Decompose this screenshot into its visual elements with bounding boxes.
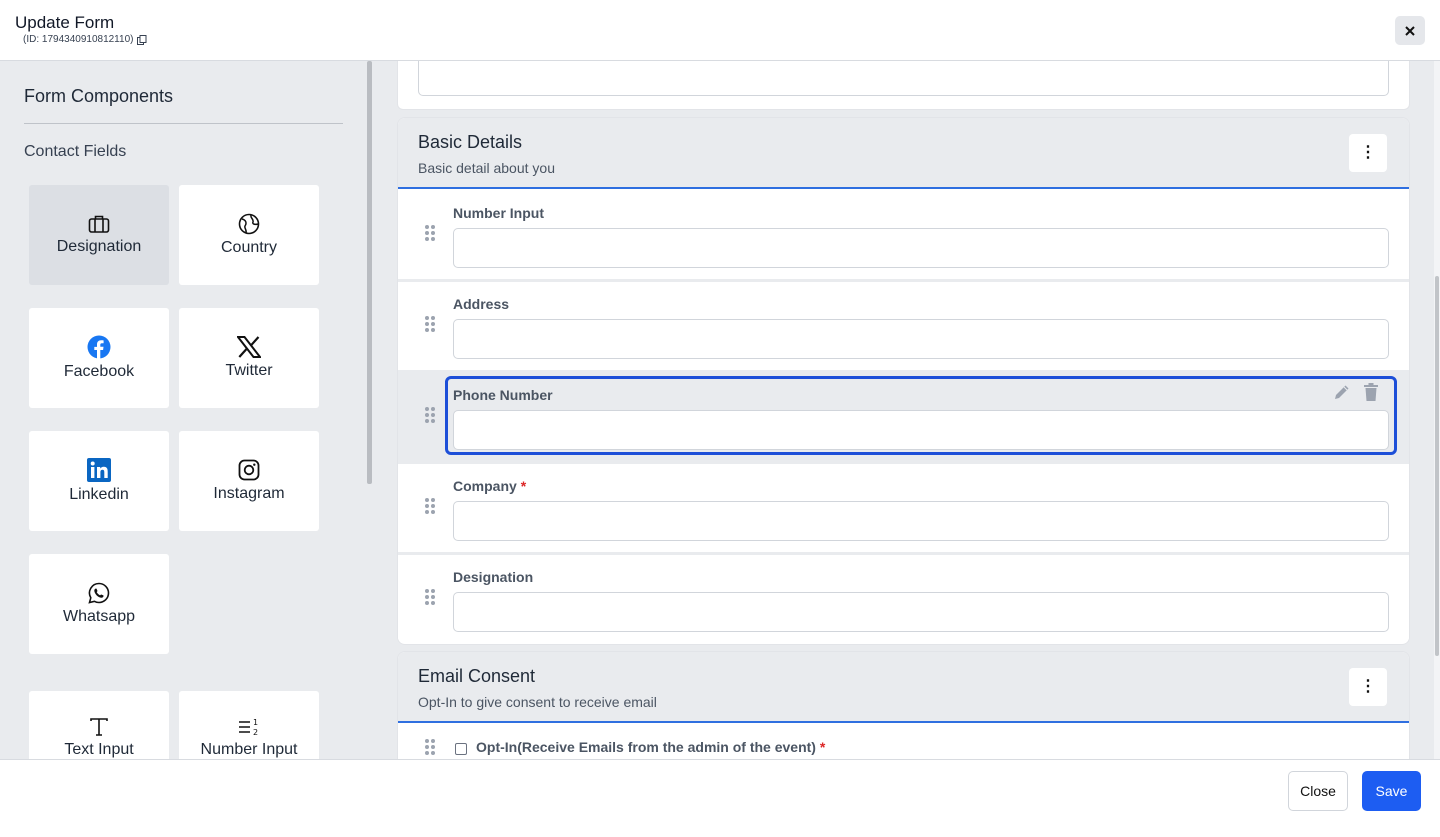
copy-icon[interactable] — [137, 34, 147, 45]
section-description: Basic detail about you — [418, 160, 555, 176]
close-button[interactable]: Close — [1288, 771, 1348, 811]
tile-label: Text Input — [64, 741, 134, 758]
tile-text-input[interactable]: Text Input — [29, 691, 169, 759]
field-label: Number Input — [453, 205, 544, 221]
section-menu-button[interactable]: ⋮ — [1349, 134, 1387, 172]
drag-handle-icon[interactable] — [425, 498, 435, 514]
field-designation[interactable]: Designation — [398, 555, 1409, 643]
instagram-icon — [238, 459, 260, 481]
field-company[interactable]: Company * — [398, 464, 1409, 552]
canvas-scrollbar-thumb[interactable] — [1435, 276, 1439, 656]
contact-fields-heading: Contact Fields — [24, 143, 127, 160]
tile-facebook[interactable]: Facebook — [29, 308, 169, 408]
tile-instagram[interactable]: Instagram — [179, 431, 319, 531]
field-label: Address — [453, 296, 510, 312]
field-number-input[interactable]: Number Input — [398, 191, 1409, 279]
tile-number-input[interactable]: 12 Number Input — [179, 691, 319, 759]
section-description: Opt-In to give consent to receive email — [418, 694, 657, 710]
tile-label: Whatsapp — [62, 608, 136, 625]
tile-whatsapp[interactable]: Whatsapp — [29, 554, 169, 654]
components-title: Form Components — [24, 86, 174, 106]
modal-title: Update Form — [15, 13, 115, 32]
facebook-icon — [87, 335, 111, 359]
address-field[interactable] — [453, 319, 1389, 359]
linkedin-icon — [87, 458, 111, 482]
components-panel: Form Components Contact Fields Designati… — [0, 61, 372, 759]
number-input-field[interactable] — [453, 228, 1389, 268]
drag-handle-icon[interactable] — [425, 739, 435, 755]
tile-linkedin[interactable]: Linkedin — [29, 431, 169, 531]
form-canvas: Basic Details Basic detail about you ⋮ N… — [372, 61, 1440, 759]
opt-in-label: Opt-In(Receive Emails from the admin of … — [476, 739, 826, 755]
drag-handle-icon[interactable] — [425, 316, 435, 332]
field-opt-in[interactable]: Opt-In(Receive Emails from the admin of … — [398, 725, 1409, 759]
modal-footer: Close Save — [0, 759, 1440, 837]
field-label: Company * — [453, 478, 527, 494]
company-field[interactable] — [453, 501, 1389, 541]
section-menu-button[interactable]: ⋮ — [1349, 668, 1387, 706]
delete-trash-icon[interactable] — [1363, 383, 1379, 401]
divider — [24, 123, 343, 124]
close-icon — [1405, 25, 1415, 36]
tile-label: Linkedin — [69, 486, 129, 503]
tile-twitter[interactable]: Twitter — [179, 308, 319, 408]
required-asterisk: * — [819, 739, 826, 755]
form-id-text: (ID: 1794340910812110) — [23, 34, 134, 45]
number-list-icon: 12 — [239, 718, 258, 737]
briefcase-icon — [88, 215, 110, 233]
field-label: Designation — [453, 569, 534, 585]
tile-label: Number Input — [200, 741, 298, 758]
phone-number-field[interactable] — [453, 410, 1389, 450]
text-icon — [90, 718, 108, 736]
tile-country[interactable]: Country — [179, 185, 319, 285]
tile-label: Country — [220, 239, 278, 256]
field-label: Phone Number — [453, 387, 553, 403]
globe-icon — [238, 213, 260, 235]
previous-field-input[interactable] — [418, 61, 1389, 96]
close-modal-button[interactable] — [1395, 16, 1425, 45]
x-twitter-icon — [237, 336, 261, 358]
more-vertical-icon: ⋮ — [1360, 144, 1376, 161]
whatsapp-icon — [88, 582, 110, 604]
field-phone-number[interactable]: Phone Number — [398, 373, 1409, 461]
opt-in-checkbox[interactable] — [455, 743, 467, 755]
tile-label: Instagram — [213, 485, 285, 502]
section-email-consent: Email Consent Opt-In to give consent to … — [397, 651, 1410, 759]
field-address[interactable]: Address — [398, 282, 1409, 370]
previous-field-card — [397, 61, 1410, 110]
save-button[interactable]: Save — [1362, 771, 1421, 811]
tile-label: Designation — [56, 238, 142, 255]
section-title: Basic Details — [418, 132, 523, 152]
tile-designation[interactable]: Designation — [29, 185, 169, 285]
drag-handle-icon[interactable] — [425, 407, 435, 423]
form-id: (ID: 1794340910812110) — [23, 34, 147, 45]
section-title: Email Consent — [418, 666, 536, 686]
section-header: Basic Details Basic detail about you ⋮ — [398, 118, 1409, 189]
drag-handle-icon[interactable] — [425, 225, 435, 241]
modal-header: Update Form (ID: 1794340910812110) — [0, 0, 1440, 61]
more-vertical-icon: ⋮ — [1360, 678, 1376, 695]
drag-handle-icon[interactable] — [425, 589, 435, 605]
tile-label: Facebook — [63, 363, 135, 380]
svg-text:2: 2 — [253, 728, 258, 737]
tile-label: Twitter — [225, 362, 273, 379]
svg-text:1: 1 — [253, 718, 258, 727]
section-basic-details: Basic Details Basic detail about you ⋮ N… — [397, 117, 1410, 645]
designation-field[interactable] — [453, 592, 1389, 632]
section-header: Email Consent Opt-In to give consent to … — [398, 652, 1409, 723]
edit-pencil-icon[interactable] — [1333, 383, 1351, 401]
required-asterisk: * — [520, 478, 527, 494]
field-actions — [1333, 383, 1379, 401]
